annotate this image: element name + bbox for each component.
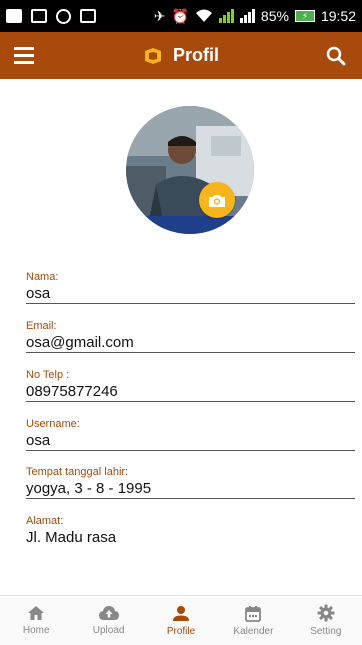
hamburger-icon-line (14, 54, 34, 57)
title-group: Profil (0, 32, 362, 79)
image-notification-icon (80, 9, 96, 23)
home-icon (28, 606, 45, 620)
signal-strength-2-icon (239, 9, 255, 23)
document-notification-icon (31, 9, 47, 23)
nav-item-setting[interactable]: Setting (290, 596, 362, 645)
avatar-photo (126, 106, 254, 234)
status-bar: ✈ ⏰ 85% ⚡ 19:52 (0, 0, 362, 32)
gear-icon (317, 604, 335, 622)
field-label: Nama: (26, 271, 59, 283)
nav-label: Upload (92, 625, 125, 636)
cloud-upload-icon (98, 606, 119, 620)
person-icon (173, 605, 190, 621)
field-alamat[interactable]: Alamat: Jl. Madu rasa (26, 514, 355, 548)
field-label: Email: (26, 320, 57, 332)
clock: 19:52 (320, 8, 356, 24)
field-email[interactable]: Email: osa@gmail.com (26, 319, 355, 353)
field-value[interactable]: 08975877246 (26, 382, 355, 402)
nav-item-upload[interactable]: Upload (72, 596, 144, 645)
avatar (126, 106, 254, 234)
field-value[interactable]: osa (26, 284, 355, 304)
field-value[interactable]: Jl. Madu rasa (26, 528, 355, 548)
field-tempat-tanggal-lahir[interactable]: Tempat tanggal lahir: yogya, 3 - 8 - 199… (26, 465, 355, 499)
whatsapp-notification-icon (56, 8, 71, 24)
field-value[interactable]: osa@gmail.com (26, 333, 355, 353)
field-no-telp[interactable]: No Telp : 08975877246 (26, 368, 355, 402)
wifi-icon (195, 9, 212, 22)
avatar-container (126, 106, 254, 234)
calendar-icon (245, 605, 262, 622)
nav-item-kalender[interactable]: Kalender (217, 596, 289, 645)
page-title: Profil (172, 45, 219, 65)
camera-icon (209, 194, 225, 207)
change-photo-button[interactable] (199, 182, 235, 218)
alarm-icon: ⏰ (171, 8, 189, 24)
battery-percent: 85% (260, 8, 289, 24)
notification-icons (6, 8, 96, 24)
app-bar: Profil (0, 32, 362, 79)
battery-charging-icon: ⚡ (294, 10, 315, 22)
nav-item-home[interactable]: Home (0, 596, 72, 645)
bottom-navigation: Home Upload Profile Kalender Setting (0, 595, 362, 645)
nav-label: Home (22, 625, 50, 636)
field-label: Alamat: (26, 515, 64, 527)
nav-label: Setting (310, 626, 342, 637)
field-label: Username: (26, 418, 80, 430)
field-nama[interactable]: Nama: osa (26, 270, 355, 304)
nav-label: Profile (166, 625, 196, 637)
nav-item-profile[interactable]: Profile (145, 596, 217, 645)
field-label: No Telp : (26, 369, 70, 381)
menu-button[interactable] (0, 32, 48, 79)
system-icons: ✈ ⏰ 85% ⚡ 19:52 (154, 8, 356, 24)
mute-icon: ✈ (153, 8, 166, 24)
search-icon (326, 46, 346, 65)
signal-strength-icon (218, 9, 234, 23)
field-value[interactable]: yogya, 3 - 8 - 1995 (26, 479, 355, 499)
field-value[interactable]: osa (26, 431, 355, 451)
hamburger-icon (14, 47, 34, 50)
search-button[interactable] (316, 32, 356, 79)
nav-label: Kalender (233, 625, 274, 637)
hamburger-icon-line (14, 61, 34, 64)
app-logo-icon (144, 47, 161, 64)
field-label: Tempat tanggal lahir: (26, 466, 129, 478)
field-username[interactable]: Username: osa (26, 417, 355, 451)
profile-content: Nama: osa Email: osa@gmail.com No Telp :… (0, 79, 362, 595)
message-notification-icon (6, 9, 22, 23)
